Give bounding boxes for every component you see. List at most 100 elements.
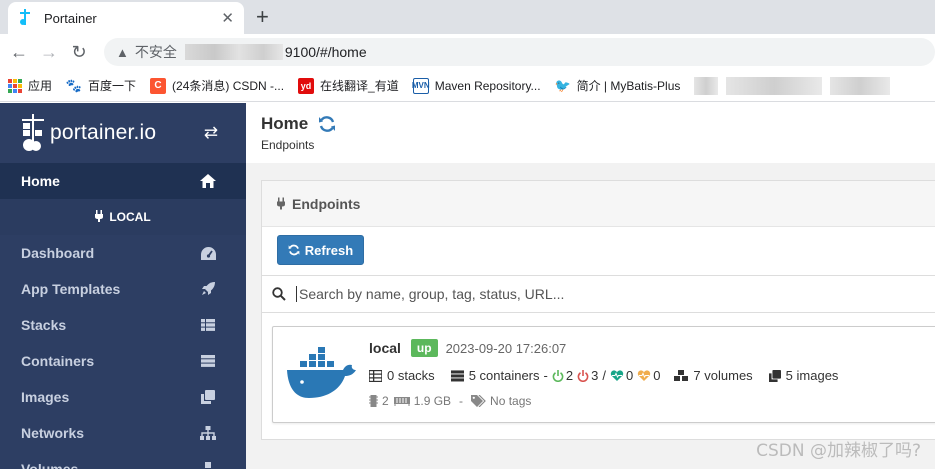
containers-stat: 5 containers - 2 3 / 0 0 [450, 368, 661, 383]
breadcrumb: Endpoints [261, 138, 315, 152]
brand[interactable]: portainer.io ⇄ [0, 103, 246, 163]
endpoint-name: local [369, 340, 401, 356]
address-bar[interactable]: ▲ 不安全 9100/#/home [104, 38, 935, 66]
images-stat: 5 images [768, 368, 839, 383]
bookmark-mybatis[interactable]: 🐦 简介 | MyBatis-Plus [554, 77, 681, 94]
mybatis-bird-icon: 🐦 [554, 77, 571, 93]
tags-value: No tags [490, 394, 532, 408]
main-content: Home Endpoints Endpoints Refresh Search … [246, 103, 935, 469]
stacks-count: 0 stacks [387, 368, 435, 383]
bookmark-label: 百度一下 [88, 79, 137, 93]
rocket-icon [200, 281, 216, 297]
stopped-count: 3 [591, 368, 599, 383]
docker-whale-icon [285, 347, 357, 399]
volumes-count: 7 volumes [693, 368, 753, 383]
sidebar-item-label: App Templates [21, 281, 121, 297]
bookmark-label: 在线翻译_有道 [320, 79, 399, 93]
endpoint-section-header: LOCAL [0, 199, 246, 235]
bookmark-baidu[interactable]: 🐾 百度一下 [66, 77, 136, 94]
brand-name: portainer.io [50, 121, 157, 144]
sidebar: portainer.io ⇄ Home LOCAL Dashboard App … [0, 103, 246, 469]
sidebar-item-containers[interactable]: Containers [0, 343, 246, 379]
bookmark-label: 应用 [28, 79, 53, 93]
bookmark-label: Maven Repository... [434, 78, 541, 93]
refresh-icon[interactable] [318, 115, 336, 133]
sidebar-item-dashboard[interactable]: Dashboard [0, 235, 246, 271]
plug-icon [95, 209, 104, 225]
server-icon [450, 369, 464, 382]
refresh-button[interactable]: Refresh [277, 235, 364, 265]
sitemap-icon [200, 425, 216, 441]
search-bar [262, 275, 935, 313]
widget-header: Endpoints [262, 181, 935, 227]
endpoint-name: LOCAL [109, 210, 151, 224]
sidebar-item-images[interactable]: Images [0, 379, 246, 415]
sidebar-item-label: Volumes [21, 461, 79, 469]
volumes-stat: 7 volumes [674, 368, 753, 383]
redacted-bookmark [694, 76, 719, 95]
endpoints-widget: Endpoints Refresh Search by name, group,… [261, 180, 935, 440]
memory-size: 1.9 GB [413, 394, 452, 408]
endpoint-title-row: local up 2023-09-20 17:26:07 [369, 339, 566, 357]
status-badge: up [410, 339, 438, 357]
separator: / [602, 368, 606, 383]
images-count: 5 images [785, 368, 839, 383]
heartbeat-icon [637, 369, 651, 382]
maven-icon: MVN [412, 77, 430, 94]
bookmark-csdn[interactable]: C (24条消息) CSDN -... [150, 77, 284, 94]
new-tab-button[interactable]: + [256, 3, 269, 31]
refresh-button-label: Refresh [304, 242, 354, 258]
unhealthy-count: 0 [653, 368, 661, 383]
url-text: 9100/#/home [284, 44, 367, 60]
security-label: 不安全 [134, 44, 177, 60]
microchip-icon [369, 395, 378, 407]
separator: - [543, 368, 548, 383]
search-input[interactable] [296, 286, 896, 302]
page-title-text: Home [261, 114, 309, 133]
search-icon [272, 287, 286, 301]
endpoint-resources-row: 2 1.9 GB - No tags [369, 394, 531, 408]
power-on-icon [552, 369, 564, 382]
page-title: Home [261, 114, 920, 134]
bookmark-apps[interactable]: 应用 [8, 77, 52, 94]
redacted-bookmark [726, 76, 823, 95]
redacted-bookmark [830, 76, 891, 95]
clone-icon [200, 389, 216, 405]
cpu-count: 2 [382, 394, 389, 408]
browser-toolbar: ← → ↻ ▲ 不安全 9100/#/home [0, 34, 935, 70]
apps-grid-icon [8, 78, 22, 93]
sidebar-item-label: Containers [21, 353, 95, 369]
back-arrow-icon[interactable]: ← [4, 42, 34, 63]
forward-arrow-icon[interactable]: → [34, 42, 64, 63]
widget-title: Endpoints [292, 195, 361, 212]
exchange-icon[interactable]: ⇄ [204, 123, 218, 143]
sidebar-item-home[interactable]: Home [0, 163, 246, 199]
bookmark-label: (24条消息) CSDN -... [172, 79, 285, 93]
page-header: Home Endpoints [246, 103, 935, 163]
server-icon [200, 353, 216, 369]
endpoint-card[interactable]: local up 2023-09-20 17:26:07 0 stacks 5 … [272, 326, 935, 423]
close-tab-icon[interactable]: ✕ [221, 9, 234, 27]
browser-tab[interactable]: Portainer ✕ [8, 2, 244, 34]
sidebar-item-label: Dashboard [21, 245, 95, 261]
bookmark-label: 简介 | MyBatis-Plus [576, 79, 681, 93]
stacks-stat: 0 stacks [369, 368, 435, 383]
sidebar-item-stacks[interactable]: Stacks [0, 307, 246, 343]
watermark: CSDN @加辣椒了吗? [756, 441, 921, 461]
endpoint-timestamp: 2023-09-20 17:26:07 [445, 340, 567, 356]
tab-title: Portainer [44, 10, 97, 26]
sidebar-item-volumes[interactable]: Volumes [0, 451, 246, 469]
memory-icon [393, 396, 410, 406]
running-count: 2 [565, 368, 574, 383]
reload-icon[interactable]: ↻ [64, 42, 94, 63]
containers-count: 5 containers [468, 368, 540, 383]
portainer-logo-icon [20, 114, 46, 152]
endpoint-stats-row: 0 stacks 5 containers - 2 3 / 0 0 7 volu… [369, 368, 854, 383]
sidebar-item-networks[interactable]: Networks [0, 415, 246, 451]
refresh-icon [288, 244, 300, 256]
warning-triangle-icon: ▲ [116, 44, 129, 60]
bookmark-youdao[interactable]: yd 在线翻译_有道 [298, 77, 399, 94]
sidebar-item-app-templates[interactable]: App Templates [0, 271, 246, 307]
clone-icon [768, 369, 781, 382]
bookmark-maven[interactable]: MVN Maven Repository... [412, 77, 541, 94]
